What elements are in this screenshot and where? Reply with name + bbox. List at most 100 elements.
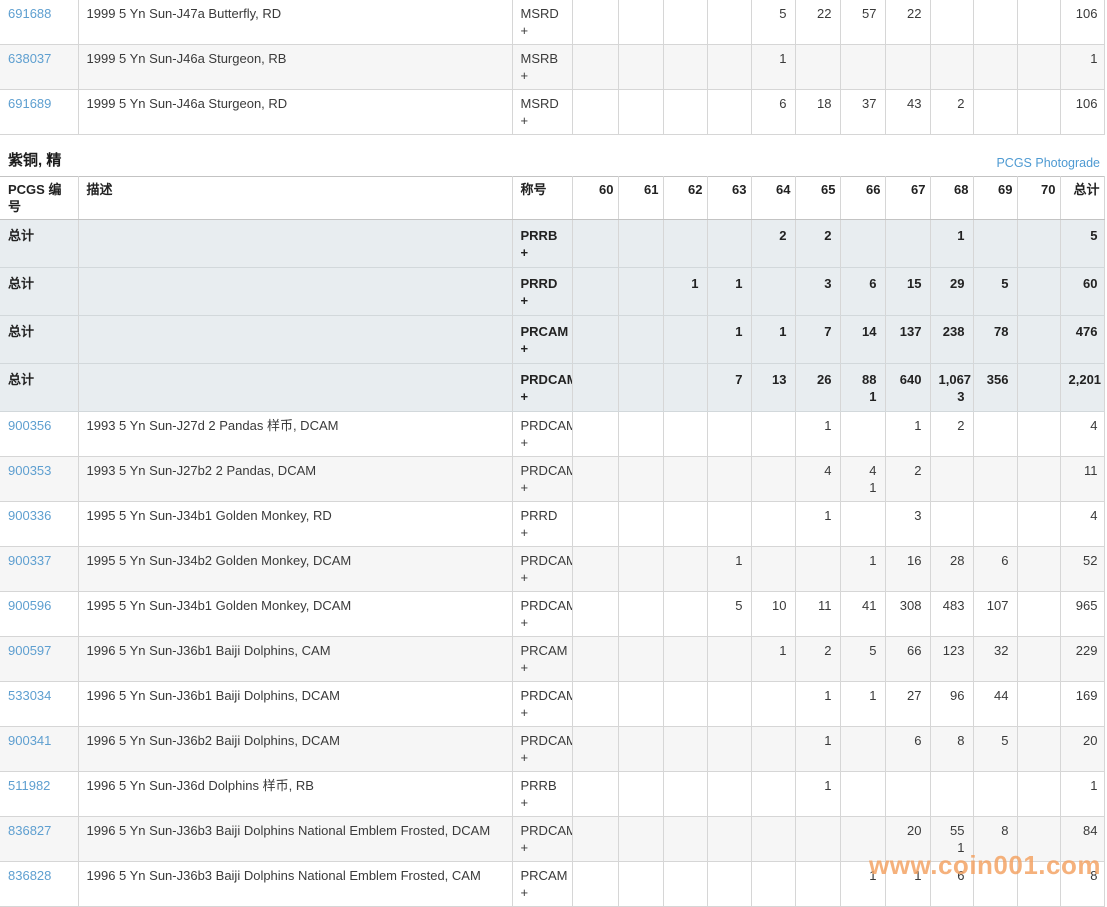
pcgs-number-cell: 900341: [0, 727, 78, 772]
pcgs-number-link[interactable]: 533034: [8, 688, 51, 703]
total-cell: 2,201: [1060, 364, 1104, 412]
grade-70-cell: [1017, 90, 1060, 135]
description-cell: 1999 5 Yn Sun-J46a Sturgeon, RB: [78, 45, 512, 90]
grade-63-cell: [707, 637, 751, 682]
grade-65-cell: 7: [795, 316, 840, 364]
grade-60-cell: [572, 772, 618, 817]
grade-67-cell: [885, 45, 930, 90]
description-cell: 1993 5 Yn Sun-J27d 2 Pandas 样币, DCAM: [78, 412, 512, 457]
grade-61-cell: [618, 682, 663, 727]
totals-label-cell: 总计: [0, 316, 78, 364]
total-cell: 106: [1060, 90, 1104, 135]
grade-64-cell: [751, 682, 795, 727]
pcgs-number-link[interactable]: 691688: [8, 6, 51, 21]
col-header-62: 62: [663, 177, 707, 220]
pcgs-number-link[interactable]: 691689: [8, 96, 51, 111]
grade-66-cell: [840, 502, 885, 547]
description-cell: 1996 5 Yn Sun-J36b1 Baiji Dolphins, DCAM: [78, 682, 512, 727]
grade-66-cell: 1: [840, 682, 885, 727]
grade-63-cell: [707, 817, 751, 862]
pcgs-number-link[interactable]: 900341: [8, 733, 51, 748]
grade-61-cell: [618, 817, 663, 862]
grade-60-cell: [572, 268, 618, 316]
grade-63-cell: [707, 502, 751, 547]
pcgs-number-link[interactable]: 900353: [8, 463, 51, 478]
pcgs-number-cell: 836828: [0, 862, 78, 907]
pcgs-number-link[interactable]: 900337: [8, 553, 51, 568]
grade-70-cell: [1017, 0, 1060, 45]
grade-64-cell: [751, 862, 795, 907]
totals-row: 总计 PRDCAM + 7 13 26 88 1 640 1,067 3 356…: [0, 364, 1104, 412]
grade-62-cell: [663, 457, 707, 502]
col-header-60: 60: [572, 177, 618, 220]
pcgs-number-cell: 900356: [0, 412, 78, 457]
description-cell: 1996 5 Yn Sun-J36b1 Baiji Dolphins, CAM: [78, 637, 512, 682]
totals-label-cell: 总计: [0, 220, 78, 268]
table-row: 900337 1995 5 Yn Sun-J34b2 Golden Monkey…: [0, 547, 1104, 592]
table-row: 900356 1993 5 Yn Sun-J27d 2 Pandas 样币, D…: [0, 412, 1104, 457]
grade-67-cell: 6: [885, 727, 930, 772]
grade-67-cell: 137: [885, 316, 930, 364]
pcgs-number-link[interactable]: 836828: [8, 868, 51, 883]
grade-65-cell: 1: [795, 727, 840, 772]
grade-66-cell: 1: [840, 547, 885, 592]
grade-61-cell: [618, 772, 663, 817]
grade-70-cell: [1017, 592, 1060, 637]
grade-70-cell: [1017, 502, 1060, 547]
pcgs-number-link[interactable]: 900356: [8, 418, 51, 433]
col-header-designation: 称号: [512, 177, 572, 220]
grade-63-cell: [707, 0, 751, 45]
pcgs-number-link[interactable]: 638037: [8, 51, 51, 66]
pcgs-number-link[interactable]: 836827: [8, 823, 51, 838]
grade-60-cell: [572, 364, 618, 412]
grade-70-cell: [1017, 268, 1060, 316]
total-cell: 229: [1060, 637, 1104, 682]
grade-61-cell: [618, 502, 663, 547]
grade-70-cell: [1017, 862, 1060, 907]
table-row: 836827 1996 5 Yn Sun-J36b3 Baiji Dolphin…: [0, 817, 1104, 862]
grade-66-cell: [840, 817, 885, 862]
grade-68-cell: 2: [930, 90, 973, 135]
col-header-68: 68: [930, 177, 973, 220]
grade-69-cell: 5: [973, 727, 1017, 772]
grade-70-cell: [1017, 412, 1060, 457]
grade-68-cell: 6: [930, 862, 973, 907]
grade-67-cell: 66: [885, 637, 930, 682]
grade-63-cell: 1: [707, 268, 751, 316]
grade-66-cell: [840, 772, 885, 817]
col-header-63: 63: [707, 177, 751, 220]
grade-65-cell: 26: [795, 364, 840, 412]
grade-64-cell: [751, 268, 795, 316]
pcgs-number-link[interactable]: 900597: [8, 643, 51, 658]
grade-69-cell: [973, 772, 1017, 817]
grade-61-cell: [618, 220, 663, 268]
grade-62-cell: [663, 0, 707, 45]
grade-66-cell: 14: [840, 316, 885, 364]
col-header-pcgs-number: PCGS 编号: [0, 177, 78, 220]
grade-69-cell: 107: [973, 592, 1017, 637]
table-row: 900353 1993 5 Yn Sun-J27b2 2 Pandas, DCA…: [0, 457, 1104, 502]
pcgs-photograde-link[interactable]: PCGS Photograde: [996, 156, 1100, 170]
designation-cell: MSRB +: [512, 45, 572, 90]
designation-cell: MSRD +: [512, 0, 572, 45]
description-cell: 1993 5 Yn Sun-J27b2 2 Pandas, DCAM: [78, 457, 512, 502]
grade-63-cell: [707, 220, 751, 268]
grade-60-cell: [572, 592, 618, 637]
pcgs-number-cell: 900336: [0, 502, 78, 547]
grade-60-cell: [572, 682, 618, 727]
designation-cell: PRRD +: [512, 268, 572, 316]
grade-61-cell: [618, 364, 663, 412]
totals-label-cell: 总计: [0, 364, 78, 412]
grade-63-cell: 7: [707, 364, 751, 412]
pcgs-number-link[interactable]: 900336: [8, 508, 51, 523]
grade-63-cell: [707, 457, 751, 502]
grade-65-cell: 11: [795, 592, 840, 637]
grade-65-cell: [795, 862, 840, 907]
grade-67-cell: 15: [885, 268, 930, 316]
grade-64-cell: 13: [751, 364, 795, 412]
designation-cell: PRCAM +: [512, 637, 572, 682]
description-cell: 1999 5 Yn Sun-J47a Butterfly, RD: [78, 0, 512, 45]
grade-60-cell: [572, 220, 618, 268]
pcgs-number-link[interactable]: 511982: [8, 778, 50, 793]
pcgs-number-link[interactable]: 900596: [8, 598, 51, 613]
